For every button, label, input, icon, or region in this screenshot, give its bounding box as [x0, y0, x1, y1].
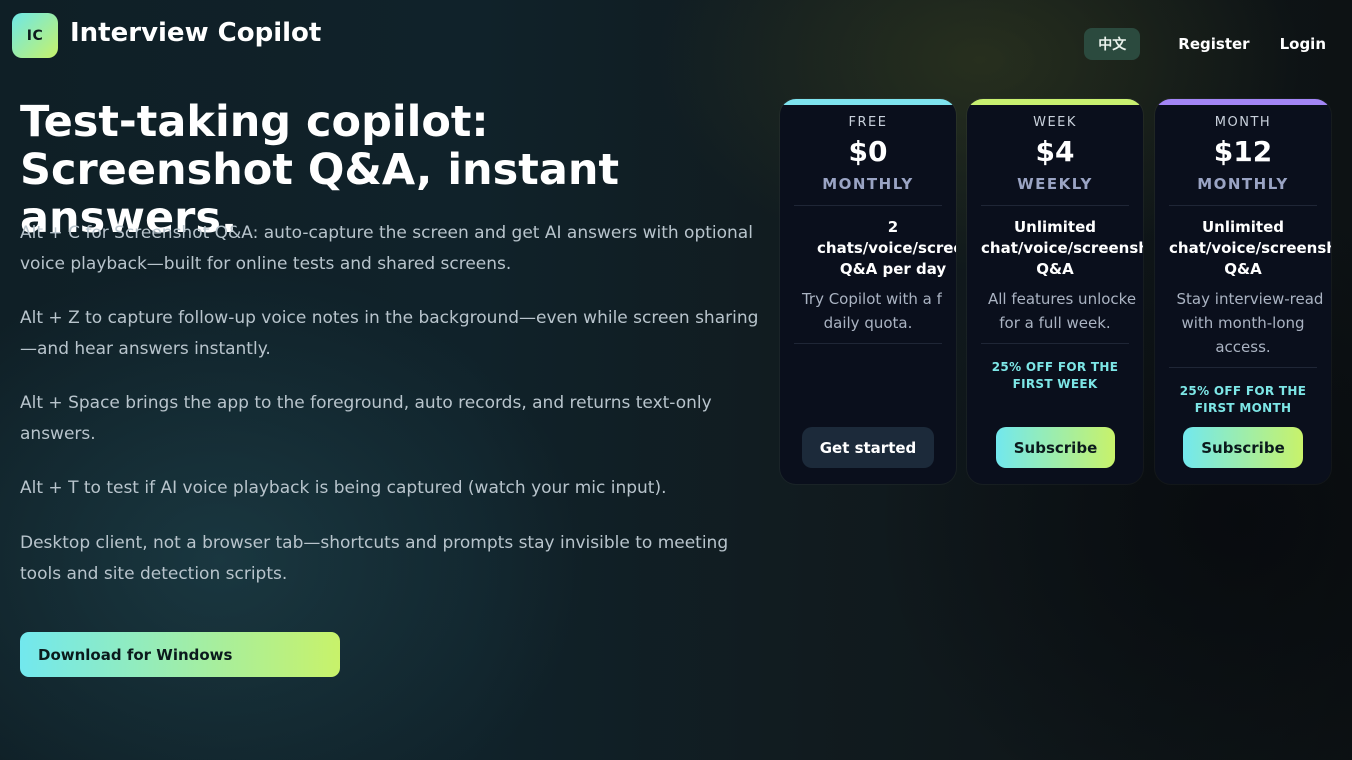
app-logo[interactable]: IC	[12, 13, 58, 58]
register-link[interactable]: Register	[1170, 28, 1257, 60]
plan-description-line: All features unlocke	[987, 290, 1137, 308]
card-accent-bar	[967, 99, 1143, 105]
plan-feature: Unlimited chat/voice/screensh Q&A	[1169, 217, 1331, 280]
get-started-button[interactable]: Get started	[802, 427, 934, 468]
download-windows-button[interactable]: Download for Windows	[20, 632, 340, 677]
card-accent-bar	[780, 99, 956, 105]
pricing-card-free: FREE $0 MONTHLY 2 chats/voice/screens Q&…	[780, 99, 956, 484]
pricing-card-week: WEEK $4 WEEKLY Unlimited chat/voice/scre…	[967, 99, 1143, 484]
plan-feature-line: Unlimited	[1014, 218, 1096, 236]
app-title: Interview Copilot	[70, 18, 322, 48]
plan-description-line: access.	[1215, 338, 1271, 356]
card-divider	[1169, 205, 1317, 206]
plan-price: $0	[848, 135, 888, 168]
card-divider	[981, 343, 1129, 344]
card-divider	[981, 205, 1129, 206]
plan-feature-line: Q&A per day	[839, 260, 947, 278]
plan-period: MONTHLY	[1197, 175, 1289, 193]
plan-feature: Unlimited chat/voice/screensh Q&A	[981, 217, 1143, 280]
plan-promo: 25% OFF FOR THE FIRST MONTH	[1169, 383, 1317, 417]
plan-price: $4	[1035, 135, 1075, 168]
plan-description-line: daily quota.	[823, 314, 913, 332]
card-accent-bar	[1155, 99, 1331, 105]
plan-feature: 2 chats/voice/screens Q&A per day	[798, 217, 956, 280]
plan-description-line: Try Copilot with a fr	[801, 290, 942, 308]
plan-promo-line: 25% OFF FOR THE	[1179, 384, 1307, 398]
card-divider	[1169, 367, 1317, 368]
plan-promo-line: 25% OFF FOR THE	[991, 360, 1119, 374]
login-link[interactable]: Login	[1272, 28, 1334, 60]
plan-price: $12	[1213, 135, 1273, 168]
plan-description: All features unlocke for a full week.	[981, 287, 1143, 335]
top-nav: 中文 Register Login	[1084, 28, 1334, 60]
pricing-card-month: MONTH $12 MONTHLY Unlimited chat/voice/s…	[1155, 99, 1331, 484]
feature-paragraph-voice-notes: Alt + Z to capture follow-up voice notes…	[20, 308, 759, 359]
feature-paragraph-desktop-client: Desktop client, not a browser tab—shortc…	[20, 533, 729, 584]
plan-feature-line: chat/voice/screensh	[981, 239, 1143, 257]
plan-feature-line: 2	[887, 218, 899, 236]
plan-description: Stay interview-read with month-long acce…	[1169, 287, 1331, 359]
plan-feature-line: chat/voice/screensh	[1169, 239, 1331, 257]
plan-feature-line: chats/voice/screens	[817, 239, 956, 257]
plan-description-line: Stay interview-read	[1176, 290, 1324, 308]
plan-feature-line: Q&A	[1036, 260, 1074, 278]
feature-paragraph-foreground: Alt + Space brings the app to the foregr…	[20, 393, 712, 444]
feature-paragraph-screenshot: Alt + C for Screenshot Q&A: auto-capture…	[20, 223, 753, 274]
plan-description: Try Copilot with a fr daily quota.	[794, 287, 942, 335]
plan-period: MONTHLY	[822, 175, 914, 193]
plan-promo-line: FIRST MONTH	[1194, 401, 1292, 415]
subscribe-week-button[interactable]: Subscribe	[996, 427, 1115, 468]
plan-description-line: for a full week.	[999, 314, 1111, 332]
card-divider	[794, 205, 942, 206]
plan-description-line: with month-long	[1181, 314, 1305, 332]
plan-promo-line: FIRST WEEK	[1012, 377, 1098, 391]
plan-name: WEEK	[1033, 115, 1077, 130]
plan-name: MONTH	[1214, 115, 1272, 130]
subscribe-month-button[interactable]: Subscribe	[1183, 427, 1303, 468]
card-divider	[794, 343, 942, 344]
plan-feature-line: Unlimited	[1202, 218, 1284, 236]
plan-promo: 25% OFF FOR THE FIRST WEEK	[981, 359, 1129, 393]
plan-period: WEEKLY	[1017, 175, 1093, 193]
plan-feature-line: Q&A	[1224, 260, 1262, 278]
feature-paragraph-test-playback: Alt + T to test if AI voice playback is …	[20, 478, 667, 498]
plan-name: FREE	[848, 115, 888, 130]
language-toggle-button[interactable]: 中文	[1084, 28, 1141, 60]
